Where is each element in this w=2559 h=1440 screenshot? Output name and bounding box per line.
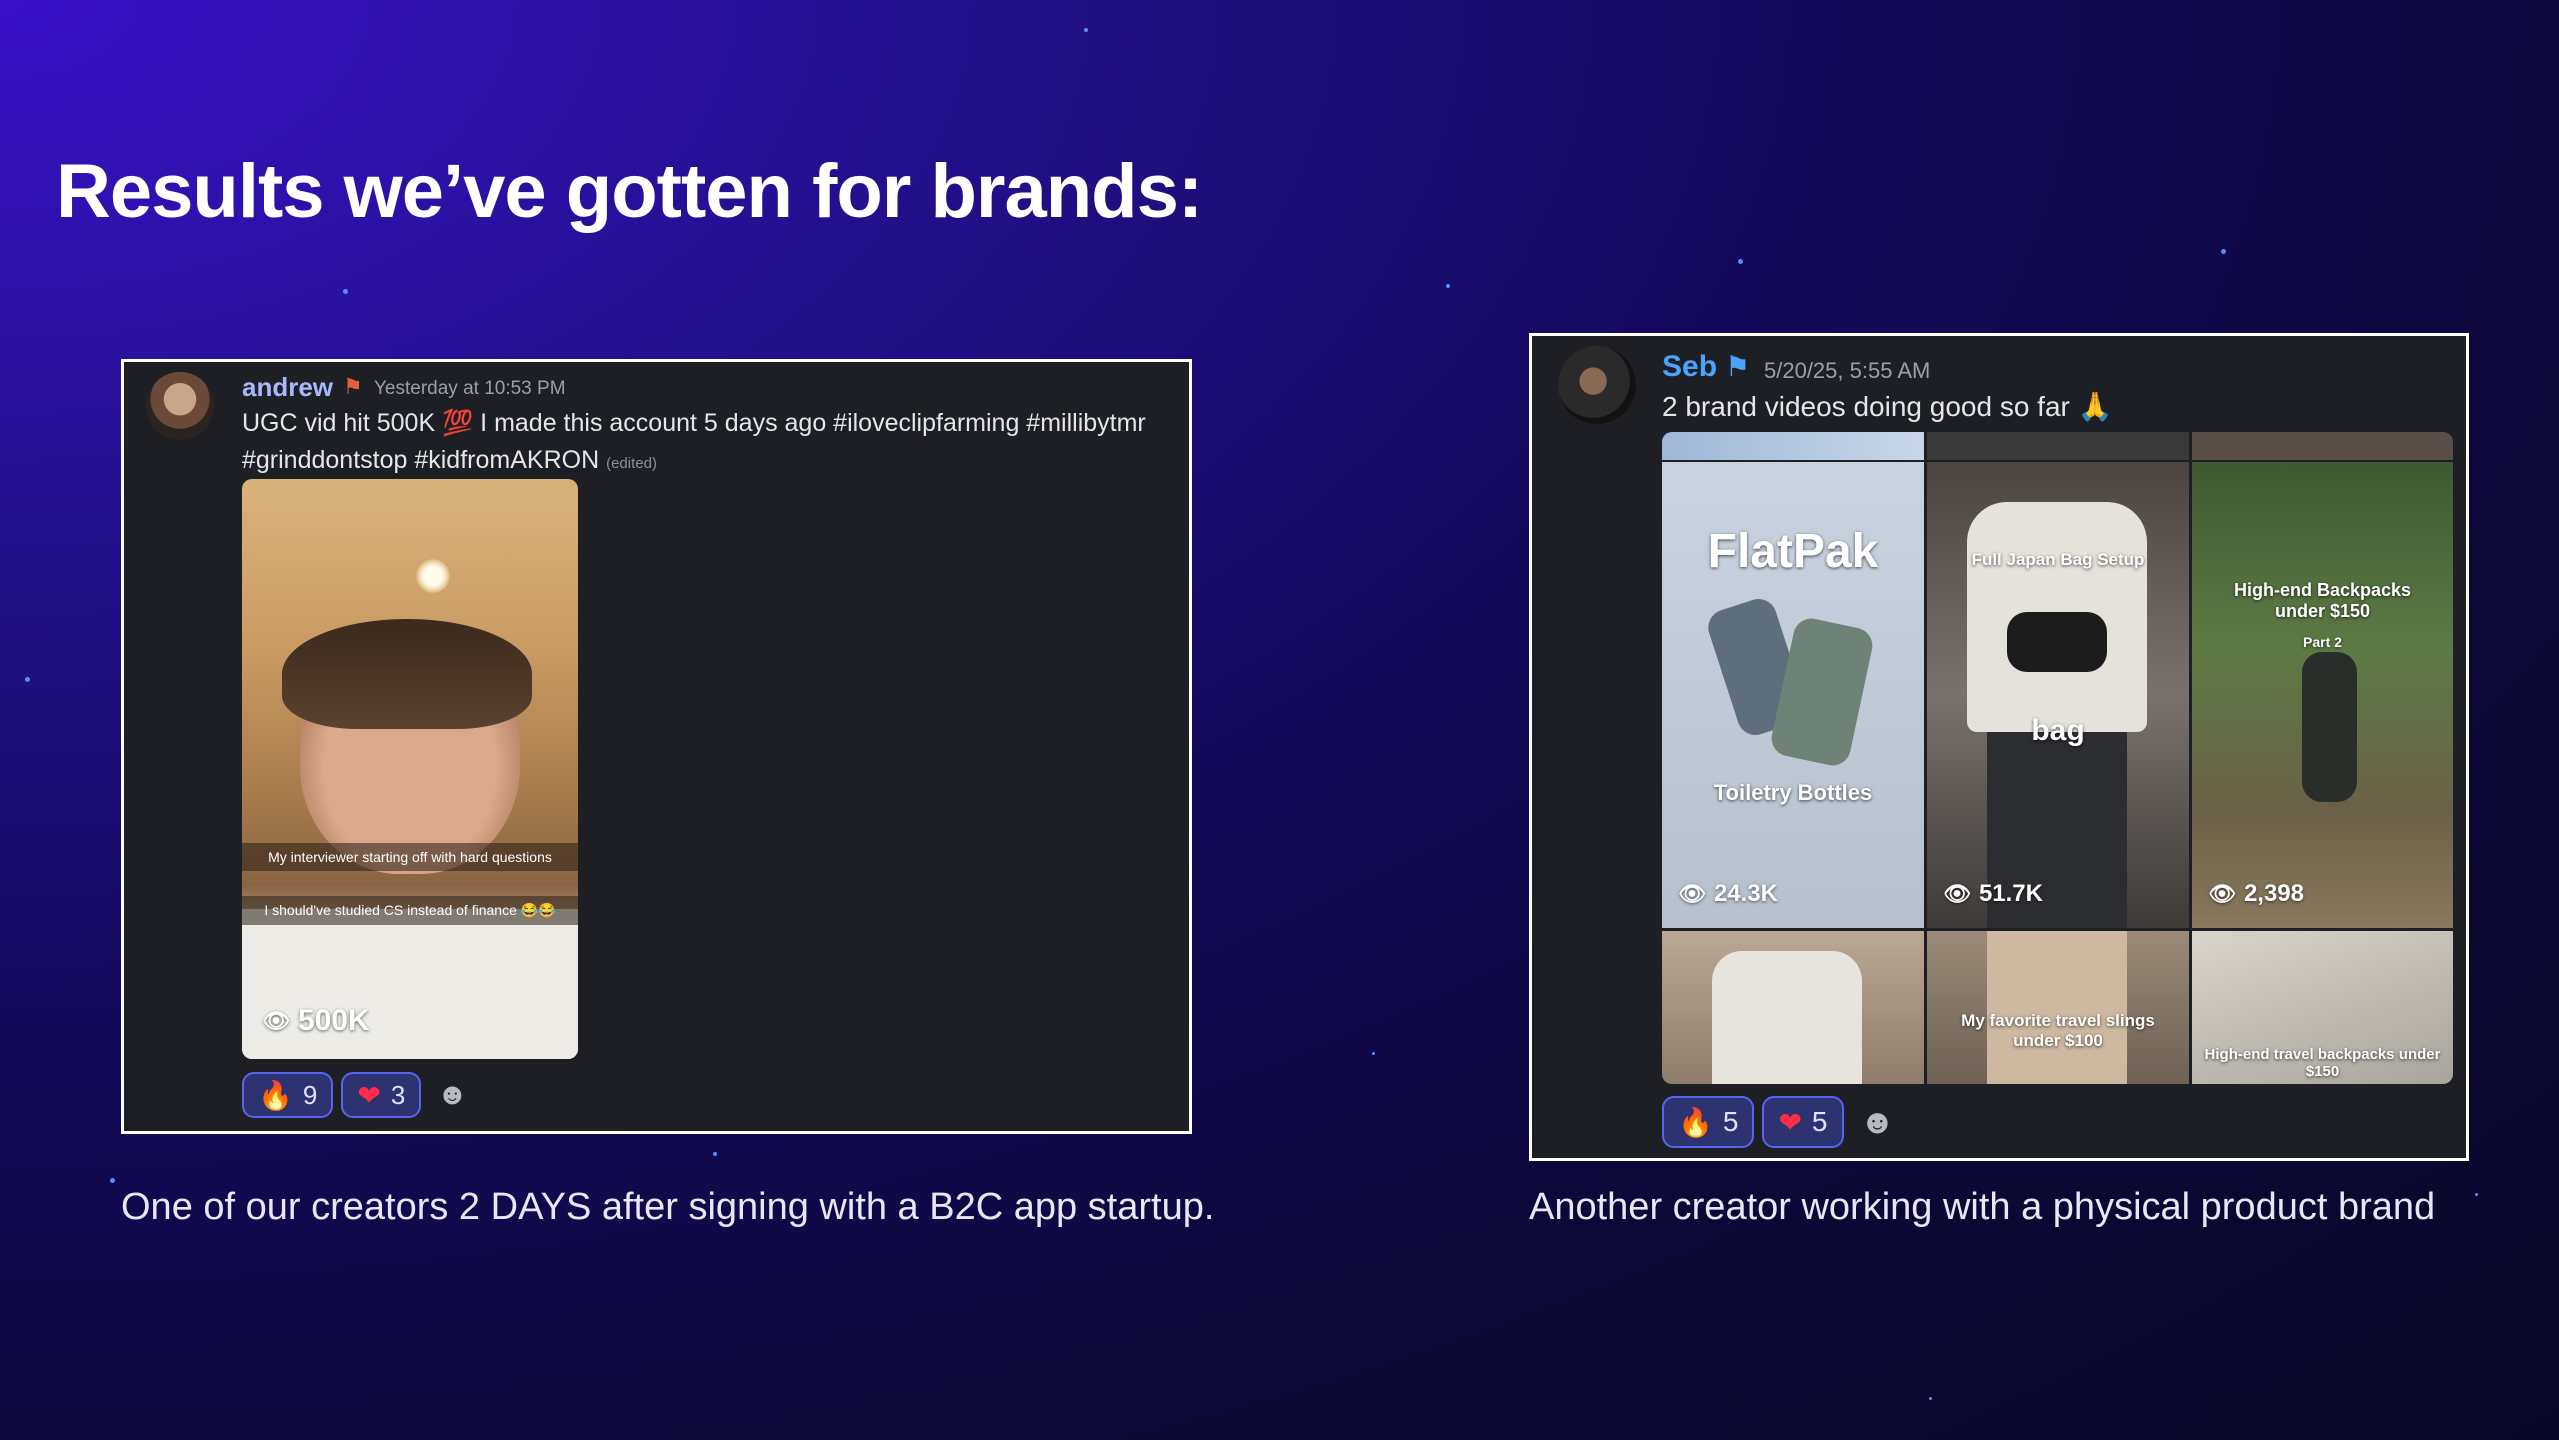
pray-emoji-icon: 🙏 — [2077, 391, 2113, 422]
view-count-value: 24.3K — [1713, 880, 1778, 907]
message-timestamp: 5/20/25, 5:55 AM — [1764, 358, 1931, 383]
star-decoration — [25, 677, 30, 682]
video-tile-travel-backpacks[interactable]: High-end travel backpacks under $150 — [2192, 931, 2453, 1084]
reaction-heart[interactable]: ❤ 3 — [341, 1072, 422, 1118]
discord-message-card-seb: Seb ⚑ 5/20/25, 5:55 AM 2 brand videos do… — [1529, 333, 2469, 1161]
view-count-value: 51.7K — [1978, 880, 2043, 907]
grid-top-strip — [2192, 432, 2453, 460]
view-count: 👁 51.7K — [1943, 880, 2043, 908]
message-text: 2 brand videos doing good so far 🙏 — [1662, 388, 2113, 425]
reaction-count: 3 — [390, 1079, 406, 1110]
username[interactable]: Seb — [1662, 350, 1717, 384]
view-count-value: 2,398 — [2243, 880, 2304, 907]
view-count-value: 500K — [297, 1004, 370, 1037]
message-part: 2 brand videos doing good so far — [1662, 391, 2070, 422]
reaction-count: 5 — [1722, 1106, 1739, 1137]
star-decoration — [1738, 259, 1743, 264]
tile-title: High-end travel backpacks under $150 — [2204, 1046, 2441, 1080]
role-flag-icon: ⚑ — [1725, 351, 1751, 382]
message-text: UGC vid hit 500K 💯 I made this account 5… — [242, 405, 1182, 482]
message-part: #grinddontstop #kidfromAKRON — [242, 446, 600, 474]
fire-emoji-icon: 🔥 — [1678, 1106, 1713, 1138]
star-decoration — [110, 1178, 115, 1183]
reaction-count: 5 — [1811, 1106, 1828, 1137]
reaction-bar: 🔥 9 ❤ 3 ☻ — [242, 1072, 475, 1118]
page-title: Results we’ve gotten for brands: — [56, 149, 1203, 234]
star-decoration — [1446, 284, 1450, 288]
edited-label: (edited) — [606, 455, 657, 472]
reaction-fire[interactable]: 🔥 5 — [1662, 1096, 1755, 1148]
eye-icon: 👁 — [2208, 881, 2236, 906]
star-decoration — [713, 1152, 717, 1156]
username[interactable]: andrew — [242, 372, 333, 403]
eye-icon: 👁 — [262, 1008, 290, 1033]
person-shirt — [1987, 931, 2127, 1084]
video-thumbnail[interactable]: My interviewer starting off with hard qu… — [242, 479, 578, 1059]
person-hair — [282, 619, 532, 729]
video-caption: My interviewer starting off with hard qu… — [242, 843, 578, 871]
star-decoration — [343, 289, 348, 294]
avatar[interactable] — [1558, 346, 1636, 424]
star-decoration — [2475, 1193, 2478, 1196]
lamp-light — [416, 559, 450, 593]
discord-message-card-andrew: andrew ⚑ Yesterday at 10:53 PM UGC vid h… — [121, 359, 1192, 1134]
tile-title: Full Japan Bag Setup — [1971, 550, 2145, 569]
reaction-heart[interactable]: ❤ 5 — [1762, 1096, 1844, 1148]
tile-title: My favorite travel slings under $100 — [1961, 1011, 2155, 1050]
right-caption: Another creator working with a physical … — [1529, 1186, 2436, 1228]
tile-subtitle: Toiletry Bottles — [1713, 780, 1873, 805]
star-decoration — [1929, 1397, 1932, 1400]
view-count: 👁 2,398 — [2208, 880, 2304, 908]
message-part: I made this account 5 days ago #ilovecli… — [473, 409, 1146, 437]
tile-title: FlatPak — [1707, 525, 1879, 578]
video-tile-backpacks[interactable]: High-end Backpacks under $150 Part 2 👁 2… — [2192, 462, 2453, 928]
eye-icon: 👁 — [1678, 881, 1706, 906]
left-caption: One of our creators 2 DAYS after signing… — [121, 1186, 1215, 1228]
video-tile[interactable] — [1662, 931, 1924, 1084]
message-part: UGC vid hit 500K — [242, 409, 436, 437]
eye-icon: 👁 — [1943, 881, 1971, 906]
avatar[interactable] — [146, 372, 214, 440]
grid-top-strip — [1662, 432, 1924, 460]
heart-emoji-icon: ❤ — [1778, 1106, 1802, 1138]
video-tile-flatpak[interactable]: FlatPak Toiletry Bottles 👁 24.3K — [1662, 462, 1924, 928]
person-shirt — [1712, 951, 1862, 1084]
star-decoration — [1084, 28, 1088, 32]
reaction-bar: 🔥 5 ❤ 5 ☻ — [1662, 1096, 1904, 1148]
smiley-icon[interactable]: ☻ — [429, 1072, 475, 1118]
heart-emoji-icon: ❤ — [357, 1079, 381, 1111]
smiley-icon[interactable]: ☻ — [1852, 1096, 1904, 1148]
view-count: 👁 500K — [262, 1004, 370, 1038]
message-timestamp: Yesterday at 10:53 PM — [374, 378, 566, 399]
hundred-emoji-icon: 💯 — [442, 409, 474, 437]
tile-title: High-end Backpacks under $150 — [2233, 580, 2412, 621]
sling-bag-graphic — [2007, 612, 2107, 672]
grid-top-strip — [1927, 432, 2189, 460]
role-flag-icon: ⚑ — [343, 374, 363, 399]
view-count: 👁 24.3K — [1678, 880, 1778, 908]
video-grid: FlatPak Toiletry Bottles 👁 24.3K Full Ja… — [1662, 432, 2453, 1084]
reaction-count: 9 — [302, 1079, 318, 1110]
tile-subtitle: Part 2 — [2303, 634, 2342, 650]
video-tile-japan-bag[interactable]: Full Japan Bag Setup bag 👁 51.7K — [1927, 462, 2189, 928]
reaction-fire[interactable]: 🔥 9 — [242, 1072, 334, 1118]
fire-emoji-icon: 🔥 — [258, 1079, 293, 1111]
video-caption: I should've studied CS instead of financ… — [242, 896, 578, 925]
video-tile-travel-slings[interactable]: My favorite travel slings under $100 — [1927, 931, 2189, 1084]
star-decoration — [2221, 249, 2226, 254]
star-decoration — [1372, 1052, 1375, 1055]
tile-subtitle: bag — [2031, 714, 2085, 747]
person-hiker — [2302, 652, 2357, 802]
